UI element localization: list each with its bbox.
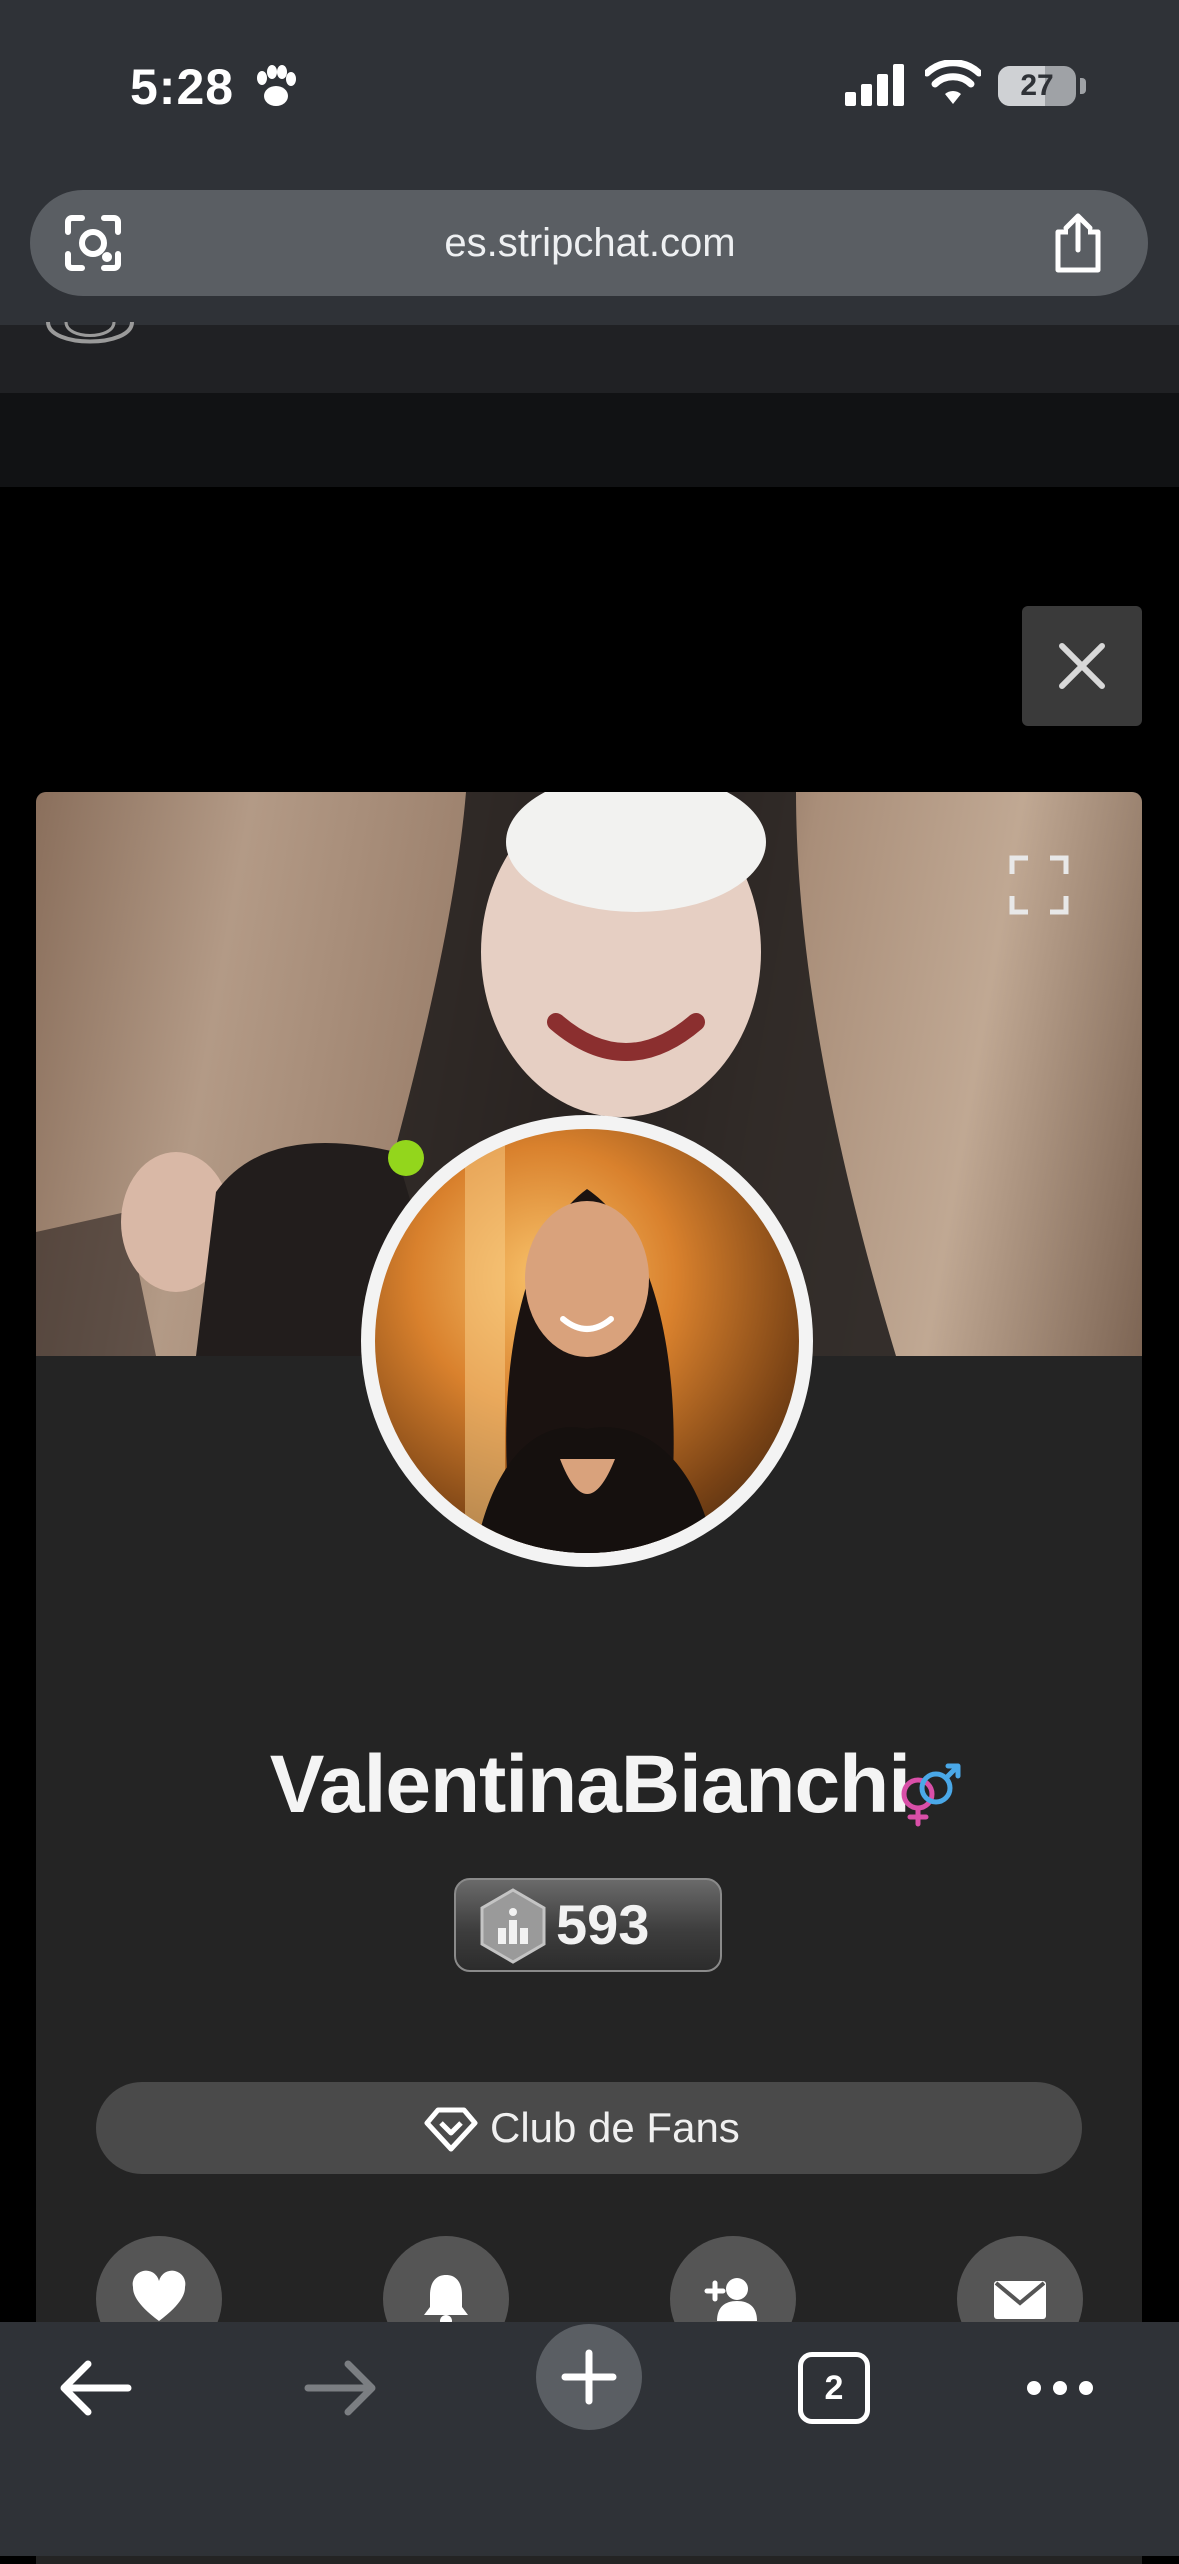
level-badge-icon bbox=[480, 1888, 546, 1964]
wifi-icon bbox=[925, 60, 981, 104]
battery-indicator: 27 bbox=[998, 66, 1076, 106]
level-value: 593 bbox=[556, 1893, 650, 1956]
cellular-signal-icon bbox=[845, 64, 904, 106]
mail-icon bbox=[994, 2281, 1046, 2319]
avatar-image bbox=[465, 1129, 715, 1553]
paw-icon bbox=[257, 65, 296, 106]
battery-level: 27 bbox=[1020, 69, 1054, 102]
share-icon[interactable] bbox=[1050, 212, 1106, 274]
avatar[interactable] bbox=[375, 1129, 799, 1553]
plus-icon bbox=[561, 2349, 617, 2405]
add-user-icon bbox=[704, 2278, 757, 2321]
diamond-icon bbox=[424, 2107, 478, 2152]
more-icon[interactable] bbox=[1024, 2374, 1096, 2402]
site-subheader-strip bbox=[0, 393, 1179, 487]
close-icon bbox=[1059, 643, 1105, 689]
visual-search-icon[interactable] bbox=[62, 212, 124, 274]
online-status-indicator bbox=[388, 1140, 424, 1176]
site-logo-partial-icon bbox=[46, 321, 134, 344]
fan-club-label[interactable]: Club de Fans bbox=[490, 2082, 790, 2174]
tabs-button[interactable]: 2 bbox=[798, 2352, 870, 2424]
bell-icon bbox=[424, 2275, 468, 2327]
fullscreen-icon[interactable] bbox=[1008, 854, 1070, 916]
back-arrow-icon[interactable] bbox=[56, 2356, 132, 2420]
forward-arrow-icon[interactable] bbox=[304, 2356, 380, 2420]
status-time: 5:28 bbox=[130, 59, 235, 115]
username: ValentinaBianchi bbox=[269, 1739, 911, 1830]
close-button[interactable] bbox=[1022, 606, 1142, 726]
gender-icon bbox=[901, 1763, 961, 1827]
battery-tip bbox=[1080, 78, 1086, 94]
url-text[interactable]: es.stripchat.com bbox=[330, 190, 850, 296]
heart-icon bbox=[132, 2270, 186, 2321]
site-header-strip bbox=[0, 325, 1179, 393]
